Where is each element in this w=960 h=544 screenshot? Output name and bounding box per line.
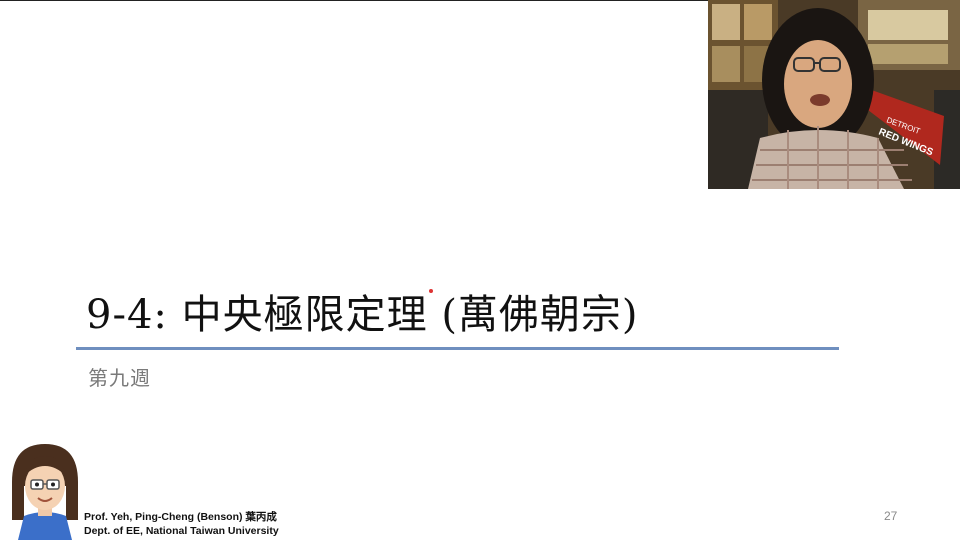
mii-avatar-icon bbox=[12, 444, 78, 540]
slide-title: 9-4: 中央極限定理 (萬佛朝宗) bbox=[86, 292, 639, 338]
slide-top-border bbox=[0, 0, 708, 1]
webcam-image: DETROIT RED WINGS bbox=[708, 0, 960, 189]
avatar bbox=[6, 442, 84, 540]
page-number: 27 bbox=[884, 509, 898, 523]
author-affiliation: Dept. of EE, National Taiwan University bbox=[84, 525, 279, 537]
title-underline bbox=[76, 347, 839, 350]
webcam-video: DETROIT RED WINGS bbox=[708, 0, 960, 189]
pointer-dot bbox=[429, 289, 433, 293]
author-credit: Prof. Yeh, Ping-Cheng (Benson) 葉丙成 Dept.… bbox=[84, 510, 279, 538]
slide-subtitle: 第九週 bbox=[88, 366, 151, 390]
author-name: Prof. Yeh, Ping-Cheng (Benson) 葉丙成 bbox=[84, 511, 277, 523]
